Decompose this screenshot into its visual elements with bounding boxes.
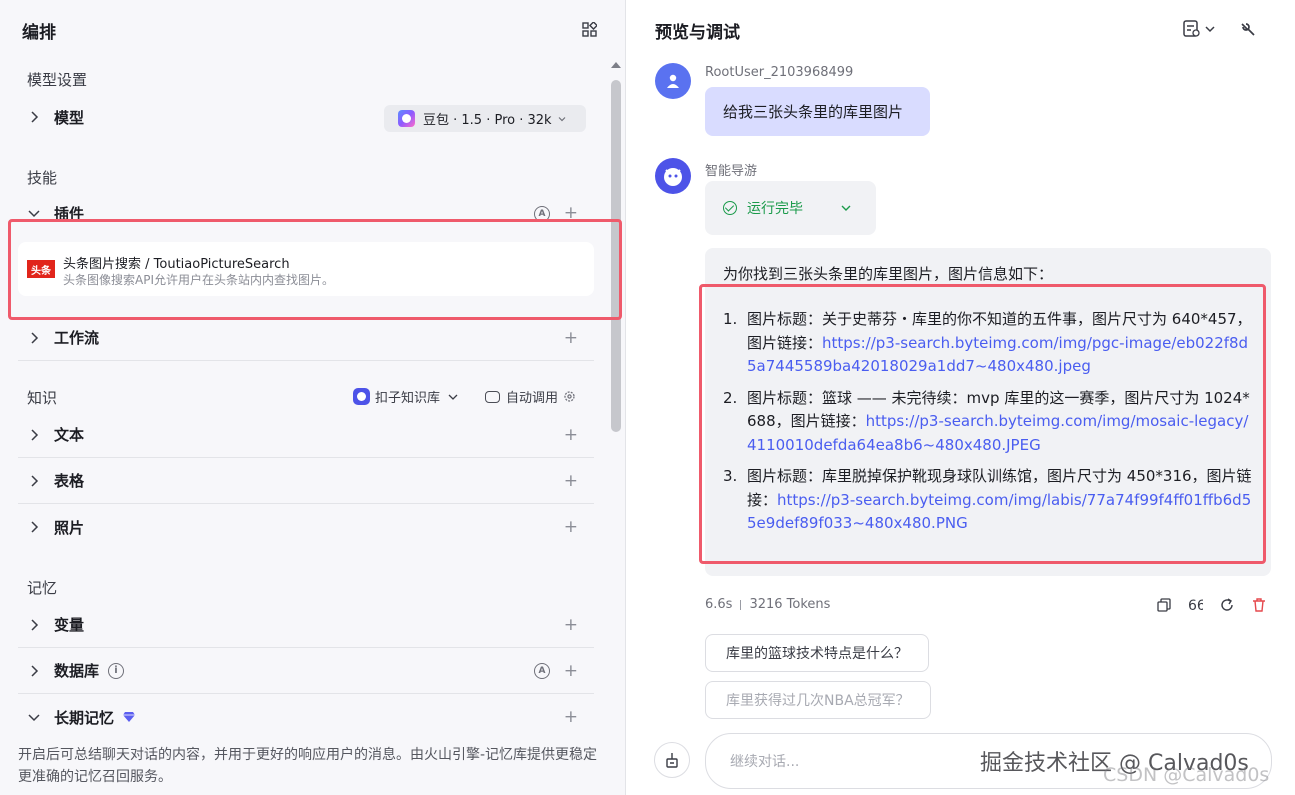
knowledge-text-label: 文本 — [54, 426, 85, 444]
copy-icon[interactable] — [1156, 597, 1172, 613]
long-term-memory-row[interactable]: 长期记忆 + — [18, 694, 594, 740]
plugins-row[interactable]: 插件 A + — [18, 192, 594, 234]
kb-select-label: 扣子知识库 — [375, 391, 441, 406]
knowledge-photo-label: 照片 — [54, 518, 85, 537]
knowledge-photo-row[interactable]: 照片 + — [18, 504, 594, 550]
auto-a-icon[interactable]: A — [534, 663, 550, 679]
regenerate-icon[interactable] — [1219, 597, 1235, 613]
chevron-right-icon — [22, 664, 46, 677]
model-label: 模型 — [54, 108, 85, 127]
chevron-right-icon — [22, 521, 46, 533]
result-item: 1. 图片标题：关于史蒂芬・库里的你不知道的五件事，图片尺寸为 640*457，… — [723, 310, 1252, 376]
chevron-right-icon — [22, 428, 46, 441]
run-status-label: 运行完毕 — [747, 201, 803, 217]
variable-label: 变量 — [54, 616, 85, 634]
coze-kb-icon — [353, 388, 370, 405]
bot-face-icon — [664, 168, 682, 186]
section-skills: 技能 — [27, 169, 58, 187]
database-row[interactable]: 数据库 i A + — [18, 648, 594, 694]
chevron-down-icon — [22, 711, 46, 723]
svg-text:66: 66 — [1188, 598, 1203, 613]
chevron-down-icon — [841, 205, 851, 211]
user-message: 给我三张头条里的库里图片 — [705, 87, 930, 136]
broom-icon — [666, 753, 678, 768]
plugin-name: 头条图片搜索 / ToutiaoPictureSearch — [63, 257, 290, 272]
csdn-watermark: CSDN @Calvad0s — [1103, 764, 1270, 786]
add-plugin-icon[interactable]: + — [564, 203, 578, 223]
section-model-settings: 模型设置 — [27, 71, 88, 89]
result-list: 1. 图片标题：关于史蒂芬・库里的你不知道的五件事，图片尺寸为 640*457，… — [723, 308, 1253, 544]
image-link[interactable]: https://p3-search.byteimg.com/img/pgc-im… — [747, 334, 1248, 376]
check-circle-icon — [723, 201, 737, 215]
layout-grid-icon[interactable] — [582, 22, 597, 37]
wrench-icon[interactable] — [1239, 20, 1257, 38]
bot-avatar — [655, 158, 691, 194]
chevron-down-icon — [448, 394, 458, 400]
document-settings-icon[interactable] — [1182, 20, 1216, 38]
auto-a-icon[interactable]: A — [534, 206, 550, 222]
add-photo-icon[interactable]: + — [564, 517, 578, 537]
scrollbar-thumb[interactable] — [611, 80, 621, 432]
add-workflow-icon[interactable]: + — [564, 328, 578, 348]
model-value: 豆包 · 1.5 · Pro · 32k — [423, 113, 552, 128]
bot-answer: 为你找到三张头条里的库里图片，图片信息如下： 1. 图片标题：关于史蒂芬・库里的… — [705, 248, 1271, 576]
workflow-label: 工作流 — [54, 329, 100, 347]
add-ltm-icon[interactable]: + — [564, 707, 578, 727]
add-text-icon[interactable]: + — [564, 425, 578, 445]
chevron-down-icon — [22, 207, 46, 219]
knowledge-table-label: 表格 — [54, 472, 85, 490]
workflow-row[interactable]: 工作流 + — [18, 315, 594, 361]
chevron-right-icon — [22, 331, 46, 344]
database-label: 数据库 — [54, 662, 100, 680]
delete-icon[interactable] — [1251, 597, 1267, 613]
panel-title: 编排 — [22, 23, 56, 43]
knowledge-table-row[interactable]: 表格 + — [18, 458, 594, 504]
diamond-premium-icon — [123, 712, 136, 722]
robot-icon — [485, 390, 500, 403]
scroll-up-arrow[interactable] — [611, 62, 621, 68]
quote-icon[interactable]: 66 — [1187, 597, 1203, 613]
user-name: RootUser_2103968499 — [705, 65, 854, 80]
user-avatar — [655, 63, 691, 99]
suggestion-chip[interactable]: 库里获得过几次NBA总冠军？ — [705, 681, 931, 719]
plugin-description: 头条图像搜索API允许用户在头条站内内查找图片。 — [63, 273, 334, 287]
section-memory: 记忆 — [27, 579, 58, 597]
message-meta: 6.6s 3216 Tokens — [705, 597, 830, 612]
toutiao-logo: 头条 — [27, 260, 55, 278]
auto-call-label: 自动调用 — [506, 391, 559, 406]
image-link[interactable]: https://p3-search.byteimg.com/img/labis/… — [747, 491, 1251, 533]
knowledge-text-row[interactable]: 文本 + — [18, 412, 594, 458]
bot-name: 智能导游 — [705, 164, 758, 179]
info-icon[interactable]: i — [108, 662, 125, 679]
section-knowledge: 知识 — [27, 389, 58, 407]
suggestion-chip[interactable]: 库里的篮球技术特点是什么？ — [705, 634, 929, 672]
chevron-down-icon — [558, 116, 565, 121]
plugins-label: 插件 — [54, 204, 85, 223]
chevron-right-icon — [22, 111, 46, 123]
knowledge-base-selector[interactable]: 扣子知识库 — [353, 387, 458, 406]
variable-row[interactable]: 变量 + — [18, 602, 594, 648]
auto-call-toggle[interactable]: 自动调用 — [485, 387, 576, 406]
token-count: 3216 Tokens — [749, 597, 831, 612]
model-selector[interactable]: 豆包 · 1.5 · Pro · 32k — [384, 105, 586, 132]
add-variable-icon[interactable]: + — [564, 615, 578, 635]
plugin-card[interactable]: 头条 头条图片搜索 / ToutiaoPictureSearch 头条图像搜索A… — [18, 242, 594, 296]
result-item: 2. 图片标题：篮球 —— 未完待续：mvp 库里的这一赛季，图片尺寸为 102… — [723, 388, 1250, 454]
user-icon — [667, 74, 679, 88]
gear-icon[interactable] — [563, 390, 576, 403]
chevron-right-icon — [22, 618, 46, 631]
orchestration-panel: 编排 模型设置 模型 豆包 · 1.5 · Pro · 32k 技能 插件 A … — [0, 0, 626, 795]
chevron-right-icon — [22, 474, 46, 487]
preview-title: 预览与调试 — [655, 23, 740, 43]
result-item: 3. 图片标题：库里脱掉保护靴现身球队训练馆，图片尺寸为 450*316，图片链… — [723, 467, 1252, 533]
add-table-icon[interactable]: + — [564, 471, 578, 491]
run-status-toggle[interactable]: 运行完毕 — [705, 181, 876, 235]
add-database-icon[interactable]: + — [564, 661, 578, 681]
clear-context-button[interactable] — [654, 742, 690, 778]
response-time: 6.6s — [705, 597, 733, 612]
answer-intro: 为你找到三张头条里的库里图片，图片信息如下： — [723, 265, 1054, 283]
doubao-logo-icon — [398, 110, 415, 127]
ltm-label: 长期记忆 — [54, 708, 115, 727]
ltm-description: 开启后可总结聊天对话的内容，并用于更好的响应用户的消息。由火山引擎-记忆库提供更… — [18, 747, 598, 785]
